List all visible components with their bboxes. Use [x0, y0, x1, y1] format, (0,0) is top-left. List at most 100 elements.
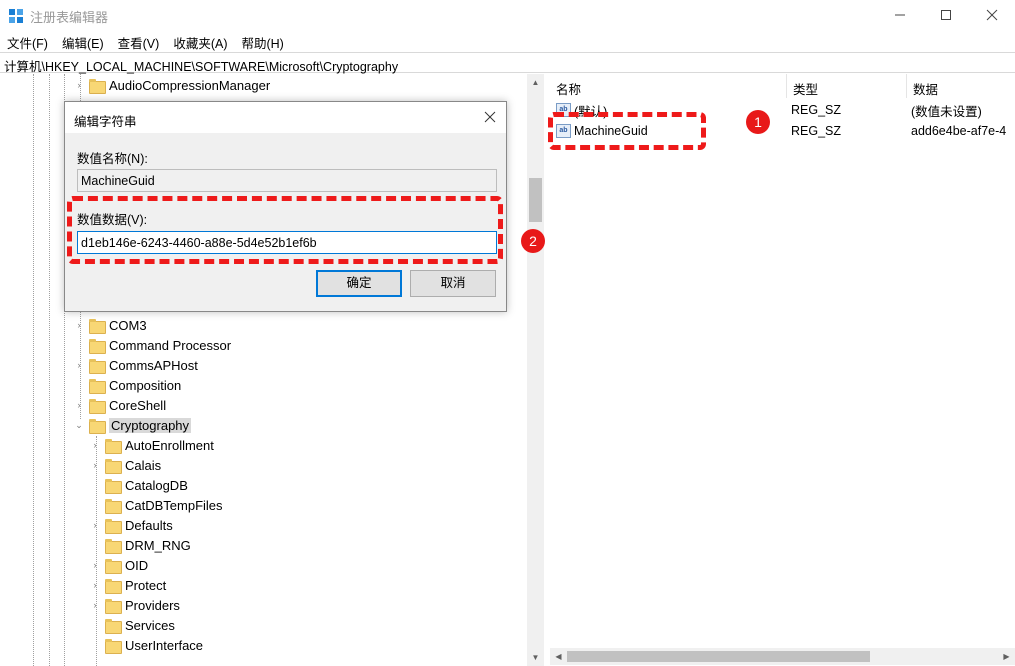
tree-item-catdbtempfiles[interactable]: CatDBTempFiles [88, 495, 223, 515]
tree-item-label: COM3 [109, 317, 147, 333]
expand-chevron-icon[interactable]: › [72, 320, 86, 330]
ok-button[interactable]: 确定 [316, 270, 402, 297]
regedit-app-icon [8, 8, 24, 24]
tree-item-commsaphost[interactable]: › CommsAPHost [72, 355, 198, 375]
value-name-label: 数值名称(N): [77, 152, 148, 166]
expand-chevron-icon[interactable]: › [88, 580, 102, 590]
folder-icon [105, 538, 122, 554]
tree-item-label: UserInterface [125, 637, 204, 653]
values-list: 名称 类型 数据 ab (默认) REG_SZ (数值未设置) ab Machi… [550, 74, 1015, 666]
menu-file[interactable]: 文件(F) [0, 31, 55, 51]
tree-item-label: AudioCompressionManager [109, 77, 271, 93]
column-header-type[interactable]: 类型 [787, 74, 907, 98]
title-bar: 注册表编辑器 [0, 0, 1015, 30]
dialog-title-bar: 编辑字符串 [65, 102, 506, 133]
tree-item-coreshell[interactable]: › CoreShell [72, 395, 166, 415]
expand-chevron-icon[interactable]: › [88, 520, 102, 530]
expand-chevron-icon[interactable]: › [88, 600, 102, 610]
tree-item-label: OID [125, 557, 149, 573]
tree-item-label: Calais [125, 457, 162, 473]
value-data: add6e4be-af7e-4 [911, 124, 1007, 138]
tree-item-providers[interactable]: › Providers [88, 595, 180, 615]
value-type: REG_SZ [791, 124, 842, 138]
annotation-highlight-1 [548, 112, 706, 150]
scroll-down-arrow-icon[interactable]: ▼ [527, 649, 544, 666]
column-header-name[interactable]: 名称 [550, 74, 787, 98]
annotation-highlight-2 [67, 196, 503, 264]
folder-icon [89, 338, 106, 354]
close-window-button[interactable] [969, 0, 1015, 30]
menu-view[interactable]: 查看(V) [111, 31, 167, 51]
value-type: REG_SZ [791, 103, 842, 117]
folder-icon [105, 438, 122, 454]
tree-item-cryptography[interactable]: ⌄ Cryptography [72, 415, 192, 435]
scrollbar-thumb[interactable] [529, 178, 542, 222]
tree-vertical-scrollbar[interactable]: ▲ ▼ [527, 74, 544, 666]
tree-item-label: Composition [109, 377, 182, 393]
collapse-chevron-icon[interactable]: ⌄ [72, 420, 86, 431]
scrollbar-thumb[interactable] [567, 651, 870, 662]
folder-icon [89, 78, 106, 94]
values-horizontal-scrollbar[interactable]: ◀ ▶ [550, 648, 1015, 665]
tree-item-composition[interactable]: Composition [72, 375, 181, 395]
tree-item-label: CoreShell [109, 397, 167, 413]
folder-icon [105, 458, 122, 474]
cancel-button[interactable]: 取消 [410, 270, 496, 297]
tree-item-label: CatalogDB [125, 477, 188, 493]
tree-item-services[interactable]: Services [88, 615, 175, 635]
folder-icon [105, 598, 122, 614]
tree-item-protect[interactable]: › Protect [88, 575, 166, 595]
tree-item-catalogdb[interactable]: CatalogDB [88, 475, 188, 495]
folder-icon [89, 318, 106, 334]
tree-item-autoenrollment[interactable]: › AutoEnrollment [88, 435, 214, 455]
tree-item-label: DRM_RNG [125, 537, 191, 553]
tree-item-label: Protect [125, 577, 167, 593]
close-icon [484, 111, 496, 123]
minimize-button[interactable] [877, 0, 923, 30]
annotation-badge-1: 1 [746, 110, 770, 134]
expand-chevron-icon[interactable]: › [72, 360, 86, 370]
scroll-left-arrow-icon[interactable]: ◀ [550, 648, 567, 665]
value-data: (数值未设置) [911, 104, 982, 119]
expand-chevron-icon[interactable]: › [72, 80, 86, 90]
dialog-close-button[interactable] [474, 102, 506, 133]
expand-chevron-icon[interactable]: › [88, 460, 102, 470]
window-title: 注册表编辑器 [30, 10, 109, 25]
dialog-title: 编辑字符串 [74, 115, 137, 129]
folder-icon [105, 558, 122, 574]
tree-item-label: AutoEnrollment [125, 437, 214, 453]
maximize-icon [941, 10, 951, 20]
tree-item-audiocompressionmanager[interactable]: › AudioCompressionManager [72, 75, 270, 95]
expand-chevron-icon[interactable]: › [88, 560, 102, 570]
column-header-data[interactable]: 数据 [907, 74, 1015, 98]
tree-item-command-processor[interactable]: Command Processor [72, 335, 231, 355]
tree-item-label: Services [125, 617, 175, 633]
folder-icon [89, 398, 106, 414]
column-headers: 名称 类型 数据 [550, 74, 1015, 98]
tree-item-label: CommsAPHost [109, 357, 198, 373]
folder-icon [89, 358, 106, 374]
menu-bar: 文件(F) 编辑(E) 查看(V) 收藏夹(A) 帮助(H) [0, 31, 1015, 51]
menu-help[interactable]: 帮助(H) [234, 31, 290, 51]
expand-chevron-icon[interactable]: › [88, 440, 102, 450]
tree-item-com3[interactable]: › COM3 [72, 315, 147, 335]
annotation-badge-2: 2 [521, 229, 545, 253]
folder-icon [89, 418, 106, 434]
tree-item-drm-rng[interactable]: DRM_RNG [88, 535, 191, 555]
tree-item-calais[interactable]: › Calais [88, 455, 161, 475]
menu-favorites[interactable]: 收藏夹(A) [166, 31, 234, 51]
tree-item-userinterface[interactable]: UserInterface [88, 635, 203, 655]
tree-item-label: Defaults [125, 517, 173, 533]
folder-icon [105, 638, 122, 654]
scroll-right-arrow-icon[interactable]: ▶ [998, 648, 1015, 665]
scroll-up-arrow-icon[interactable]: ▲ [527, 74, 544, 91]
folder-icon [89, 378, 106, 394]
folder-icon [105, 518, 122, 534]
expand-chevron-icon[interactable]: › [72, 400, 86, 410]
menu-edit[interactable]: 编辑(E) [55, 31, 111, 51]
address-bar[interactable]: 计算机\HKEY_LOCAL_MACHINE\SOFTWARE\Microsof… [0, 52, 1015, 74]
tree-item-oid[interactable]: › OID [88, 555, 148, 575]
maximize-button[interactable] [923, 0, 969, 30]
minimize-icon [895, 14, 905, 16]
tree-item-defaults[interactable]: › Defaults [88, 515, 173, 535]
